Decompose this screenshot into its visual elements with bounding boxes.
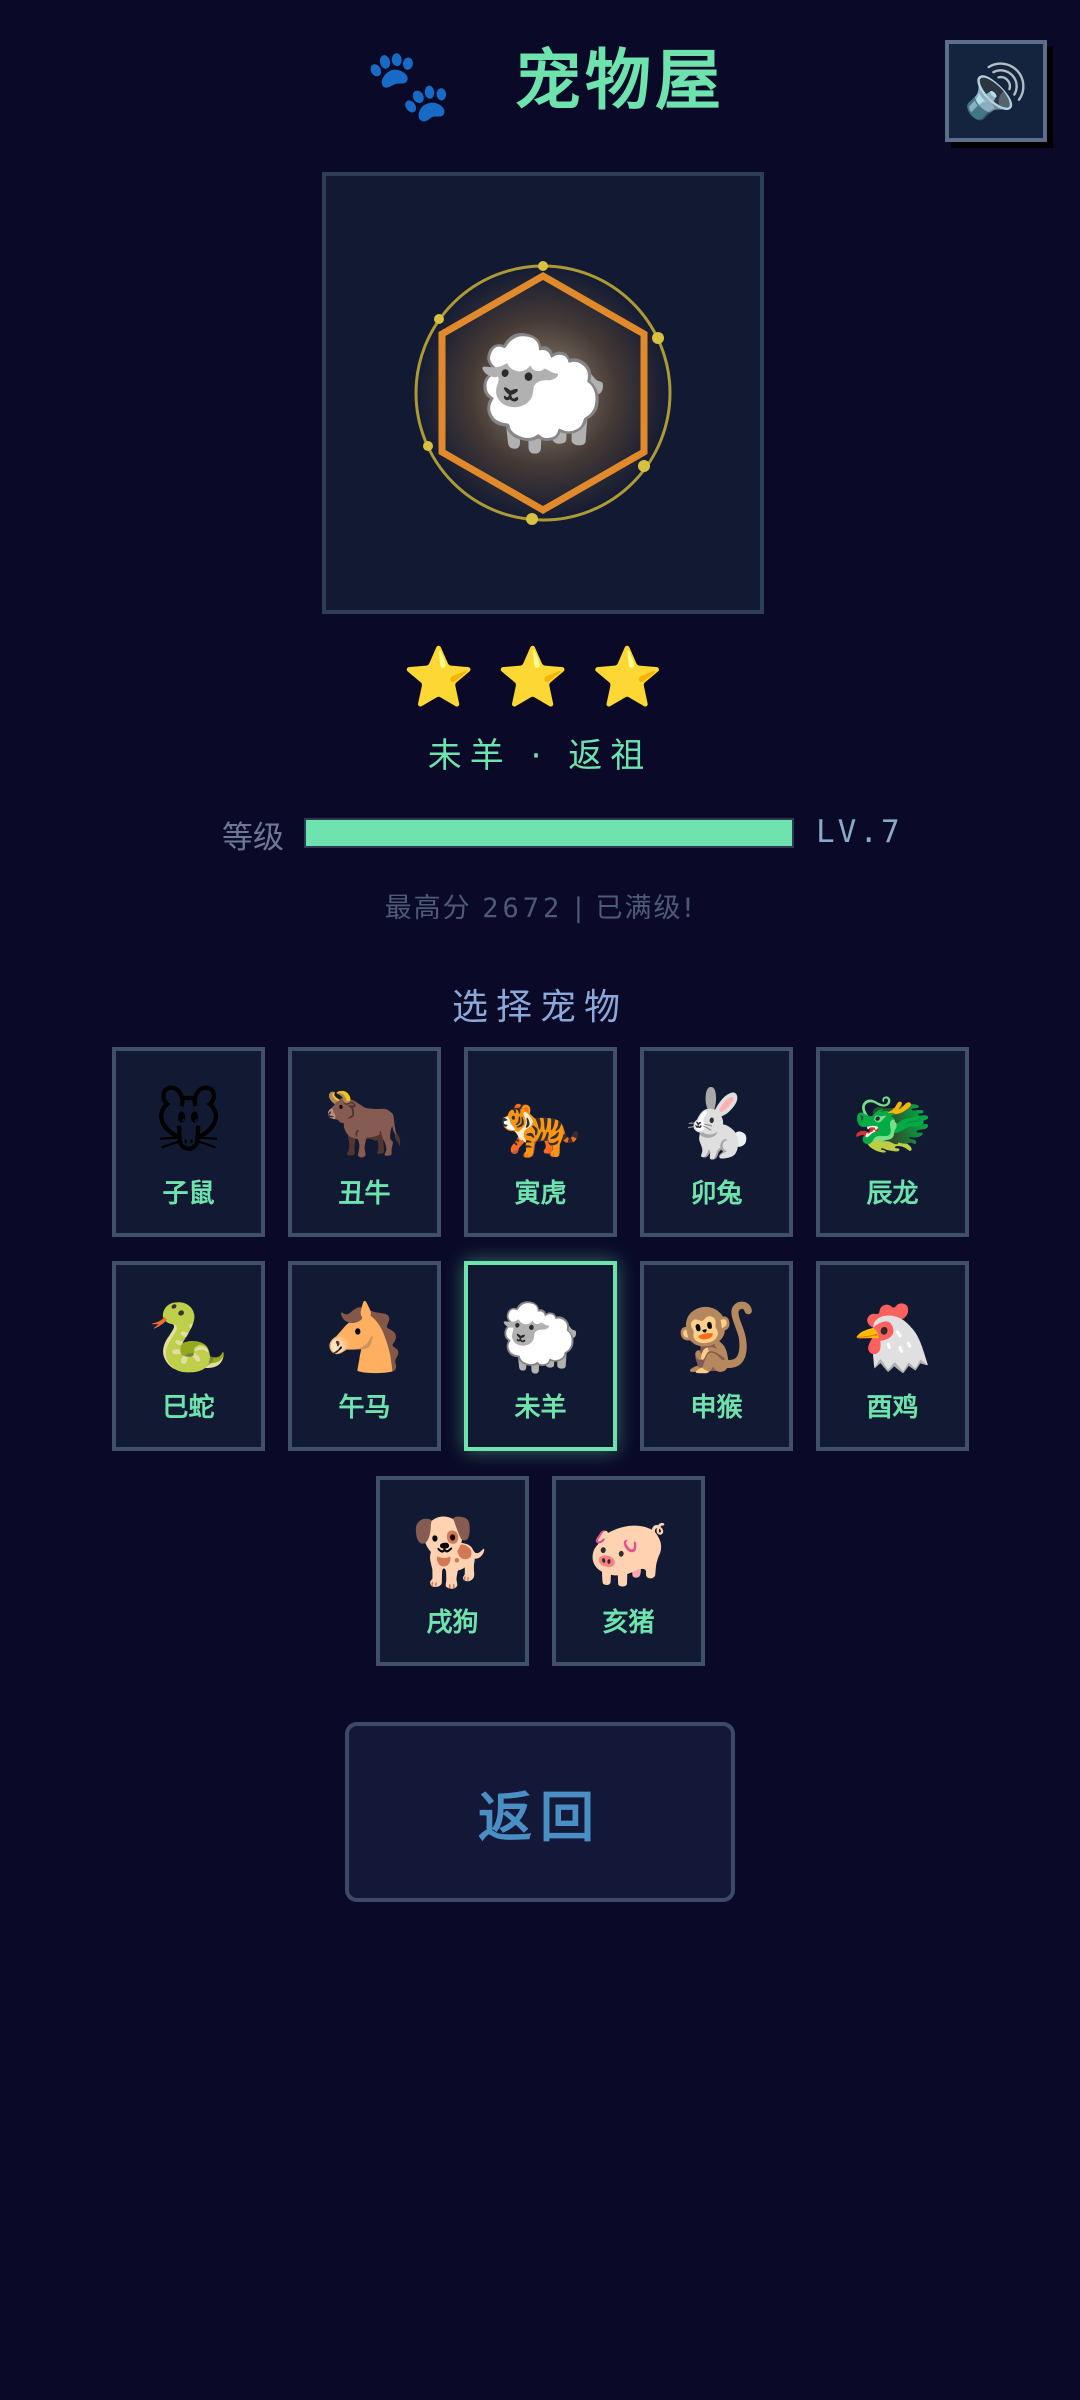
horse-icon: 🐴 bbox=[323, 1299, 406, 1376]
pet-card-label: 亥猪 bbox=[602, 1608, 655, 1638]
pet-card-pig[interactable]: 🐖 亥猪 bbox=[552, 1476, 705, 1666]
star-rating: ⭐ ⭐ ⭐ bbox=[0, 648, 1080, 706]
pet-card-label: 丑牛 bbox=[338, 1179, 391, 1209]
level-progress-fill bbox=[306, 820, 792, 846]
pet-card-ox[interactable]: 🐂 丑牛 bbox=[288, 1047, 441, 1237]
pet-card-horse[interactable]: 🐴 午马 bbox=[288, 1261, 441, 1451]
rabbit-icon: 🐇 bbox=[675, 1085, 758, 1162]
pet-card-label: 巳蛇 bbox=[162, 1393, 215, 1423]
pig-icon: 🐖 bbox=[587, 1514, 670, 1591]
pet-card-dog[interactable]: 🐕 戌狗 bbox=[376, 1476, 529, 1666]
pet-card-label: 酉鸡 bbox=[866, 1393, 919, 1423]
pet-card-label: 卯兔 bbox=[690, 1179, 743, 1209]
pet-card-rabbit[interactable]: 🐇 卯兔 bbox=[640, 1047, 793, 1237]
high-score-label: 最高分 bbox=[384, 893, 472, 924]
star-icon: ⭐ bbox=[402, 643, 489, 711]
pet-card-label: 申猴 bbox=[690, 1393, 743, 1423]
dragon-icon: 🐲 bbox=[851, 1085, 934, 1162]
pet-card-label: 戌狗 bbox=[426, 1608, 479, 1638]
snake-icon: 🐍 bbox=[147, 1299, 230, 1376]
pet-card-label: 午马 bbox=[338, 1393, 391, 1423]
pet-display: 🐑 bbox=[322, 172, 764, 614]
pet-card-rat[interactable]: 🐭 子鼠 bbox=[112, 1047, 265, 1237]
star-icon: ⭐ bbox=[496, 643, 584, 711]
rooster-icon: 🐔 bbox=[851, 1299, 934, 1376]
pet-house-screen: 🐾 宠物屋 🔊 🐑 ⭐ ⭐ ⭐ 未羊 · 返祖 等级 LV.7 最高分 2672 |… bbox=[0, 0, 1080, 2400]
pet-card-label: 子鼠 bbox=[162, 1179, 215, 1209]
pet-card-label: 未羊 bbox=[514, 1393, 567, 1423]
level-value: LV.7 bbox=[816, 814, 903, 850]
pet-card-snake[interactable]: 🐍 巳蛇 bbox=[112, 1261, 265, 1451]
pet-card-monkey[interactable]: 🐒 申猴 bbox=[640, 1261, 793, 1451]
pet-card-rooster[interactable]: 🐔 酉鸡 bbox=[816, 1261, 969, 1451]
ox-icon: 🐂 bbox=[323, 1085, 406, 1162]
pet-card-label: 辰龙 bbox=[866, 1179, 919, 1209]
level-progress-bar bbox=[304, 818, 794, 848]
sheep-icon: 🐑 bbox=[474, 329, 612, 457]
paw-icon: 🐾 bbox=[365, 44, 453, 126]
pet-title: 未羊 · 返祖 bbox=[427, 736, 653, 776]
pet-card-goat[interactable]: 🐑 未羊 bbox=[464, 1261, 617, 1451]
sound-toggle-button[interactable]: 🔊 bbox=[945, 40, 1047, 142]
tiger-icon: 🐅 bbox=[499, 1085, 582, 1162]
high-score: 最高分 2672 | 已满级! bbox=[0, 886, 1080, 925]
monkey-icon: 🐒 bbox=[675, 1299, 758, 1376]
high-score-separator: | bbox=[573, 893, 585, 924]
level-label: 等级 bbox=[222, 820, 284, 856]
sheep-icon: 🐑 bbox=[499, 1299, 582, 1376]
dog-icon: 🐕 bbox=[411, 1514, 494, 1591]
high-score-value: 2672 bbox=[482, 893, 564, 924]
rat-icon: 🐭 bbox=[154, 1085, 223, 1162]
header: 🐾 宠物屋 🔊 bbox=[0, 40, 1080, 142]
back-button[interactable]: 返回 bbox=[345, 1722, 735, 1902]
pet-card-dragon[interactable]: 🐲 辰龙 bbox=[816, 1047, 969, 1237]
speaker-icon: 🔊 bbox=[963, 61, 1029, 122]
max-level-status: 已满级! bbox=[595, 893, 696, 924]
select-pet-title: 选择宠物 bbox=[451, 987, 628, 1028]
star-icon: ⭐ bbox=[591, 643, 678, 711]
pet-card-tiger[interactable]: 🐅 寅虎 bbox=[464, 1047, 617, 1237]
pet-card-label: 寅虎 bbox=[514, 1179, 567, 1209]
page-title: 宠物屋 bbox=[515, 42, 725, 119]
